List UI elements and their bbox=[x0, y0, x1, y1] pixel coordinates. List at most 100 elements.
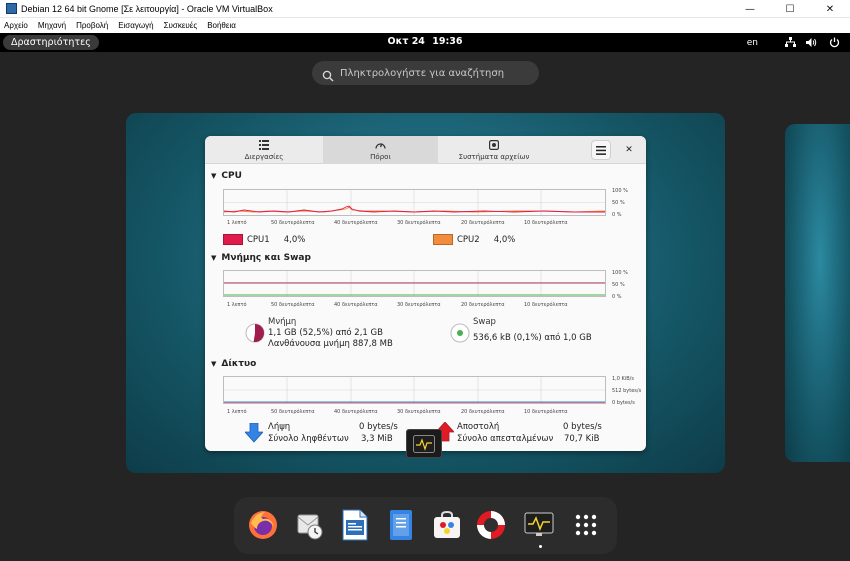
cpu2-legend[interactable]: CPU2 4,0% bbox=[433, 234, 515, 245]
send-total-label: Σύνολο απεσταλμένων bbox=[457, 434, 554, 444]
tab-processes[interactable]: Διεργασίες bbox=[205, 136, 323, 164]
cpu-section-title[interactable]: ▼ CPU bbox=[211, 171, 242, 181]
memory-value: 1,1 GB (52,5%) από 2,1 GB bbox=[268, 328, 383, 338]
memory-xtick: 20 δευτερόλεπτα bbox=[461, 302, 505, 308]
cpu-graph bbox=[223, 189, 606, 216]
swap-legend: Swap 536,6 kB (0,1%) από 1,0 GB bbox=[450, 317, 592, 344]
tab-resources[interactable]: Πόροι bbox=[323, 136, 438, 164]
tab-processes-label: Διεργασίες bbox=[244, 152, 284, 161]
collapse-caret-icon: ▼ bbox=[211, 172, 217, 180]
dock-app-mail[interactable] bbox=[292, 508, 326, 542]
volume-icon bbox=[806, 37, 818, 49]
recv-label: Λήψη bbox=[268, 422, 291, 432]
virtualbox-icon bbox=[6, 3, 17, 14]
search-placeholder: Πληκτρολογήστε για αναζήτηση bbox=[340, 67, 505, 79]
workspace-thumbnail-next[interactable] bbox=[785, 124, 850, 462]
help-icon bbox=[477, 511, 505, 539]
memory-xtick: 30 δευτερόλεπτα bbox=[397, 302, 441, 308]
memory-section-title[interactable]: ▼ Μνήμης και Swap bbox=[211, 253, 311, 263]
tab-filesystems[interactable]: Συστήματα αρχείων bbox=[438, 136, 550, 164]
app-grid-icon bbox=[575, 514, 597, 536]
cpu-xtick: 10 δευτερόλεπτα bbox=[524, 220, 568, 226]
dock-app-writer[interactable] bbox=[338, 508, 372, 542]
menu-input[interactable]: Εισαγωγή bbox=[118, 21, 153, 30]
memory-ytick: 0 % bbox=[612, 294, 622, 300]
network-title: Δίκτυο bbox=[221, 359, 257, 369]
network-xtick: 40 δευτερόλεπτα bbox=[334, 409, 378, 415]
swap-pie-icon[interactable] bbox=[450, 323, 470, 343]
menu-view[interactable]: Προβολή bbox=[76, 21, 108, 30]
network-xtick: 1 λεπτό bbox=[227, 409, 247, 415]
network-section-title[interactable]: ▼ Δίκτυο bbox=[211, 359, 256, 369]
language-indicator[interactable]: en bbox=[747, 38, 758, 48]
window-controls: — ☐ ✕ bbox=[730, 0, 850, 18]
evolution-icon bbox=[297, 514, 323, 540]
swap-label: Swap bbox=[473, 317, 496, 327]
dash-dock bbox=[234, 497, 617, 554]
dock-app-firefox[interactable] bbox=[246, 508, 280, 542]
window-app-badge bbox=[406, 429, 442, 458]
memory-label: Μνήμη bbox=[268, 317, 297, 327]
memory-pie-icon[interactable] bbox=[245, 323, 265, 343]
writer-icon bbox=[342, 509, 368, 541]
memory-cache: Λανθάνουσα μνήμη 887,8 MB bbox=[268, 339, 393, 349]
vbox-menubar: Αρχείο Μηχανή Προβολή Εισαγωγή Συσκευές … bbox=[0, 18, 850, 33]
memory-pie-slice bbox=[253, 324, 264, 342]
main-menu-button[interactable] bbox=[591, 140, 611, 160]
window-close-button[interactable]: ✕ bbox=[622, 143, 636, 157]
cpu-xtick: 1 λεπτό bbox=[227, 220, 247, 226]
show-apps-button[interactable] bbox=[569, 508, 603, 542]
network-xtick: 30 δευτερόλεπτα bbox=[397, 409, 441, 415]
collapse-caret-icon: ▼ bbox=[211, 360, 217, 368]
system-tray[interactable]: en bbox=[747, 35, 840, 50]
swap-value: 536,6 kB (0,1%) από 1,0 GB bbox=[473, 333, 592, 343]
maximize-button[interactable]: ☐ bbox=[770, 0, 810, 18]
memory-legend: Μνήμη 1,1 GB (52,5%) από 2,1 GB Λανθάνου… bbox=[245, 317, 393, 350]
dock-app-help[interactable] bbox=[474, 508, 508, 542]
network-xtick: 20 δευτερόλεπτα bbox=[461, 409, 505, 415]
dock-app-text-editor[interactable] bbox=[384, 508, 418, 542]
download-arrow-icon[interactable] bbox=[244, 422, 264, 447]
cpu1-line bbox=[224, 205, 605, 213]
search-input[interactable]: Πληκτρολογήστε για αναζήτηση bbox=[312, 61, 539, 85]
network-ytick: 1,0 KiB/s bbox=[612, 376, 634, 382]
clock[interactable]: Οκτ 24 19:36 bbox=[0, 36, 850, 47]
menu-file[interactable]: Αρχείο bbox=[4, 21, 28, 30]
cpu-xtick: 50 δευτερόλεπτα bbox=[271, 220, 315, 226]
send-label: Αποστολή bbox=[457, 422, 500, 432]
vbox-titlebar: Debian 12 64 bit Gnome [Σε λειτουργία] -… bbox=[0, 0, 850, 18]
cpu2-value: 4,0% bbox=[493, 234, 516, 245]
gnome-topbar: Δραστηριότητες Οκτ 24 19:36 en bbox=[0, 33, 850, 52]
memory-title: Μνήμης και Swap bbox=[221, 253, 311, 263]
software-icon bbox=[434, 510, 460, 538]
memory-ytick: 100 % bbox=[612, 270, 628, 276]
cpu-xtick: 40 δευτερόλεπτα bbox=[334, 220, 378, 226]
sysmon-headerbar: Διεργασίες Πόροι Συστήματα αρχείων ✕ bbox=[205, 136, 646, 164]
cpu2-label: CPU2 bbox=[457, 234, 480, 245]
memory-graph bbox=[223, 270, 606, 297]
cpu1-label: CPU1 bbox=[247, 234, 270, 245]
menu-devices[interactable]: Συσκευές bbox=[164, 21, 198, 30]
cpu-title: CPU bbox=[221, 171, 242, 181]
cpu1-legend[interactable]: CPU1 4,0% bbox=[223, 234, 305, 245]
system-monitor-window[interactable]: Διεργασίες Πόροι Συστήματα αρχείων ✕ ▼ C… bbox=[205, 136, 646, 451]
firefox-icon bbox=[249, 511, 277, 539]
dock-app-software[interactable] bbox=[430, 508, 464, 542]
network-icon bbox=[784, 37, 796, 49]
network-graph bbox=[223, 376, 606, 404]
close-button[interactable]: ✕ bbox=[810, 0, 850, 18]
cpu-ytick: 100 % bbox=[612, 188, 628, 194]
running-indicator bbox=[539, 545, 542, 548]
menu-machine[interactable]: Μηχανή bbox=[38, 21, 66, 30]
window-title: Debian 12 64 bit Gnome [Σε λειτουργία] -… bbox=[21, 3, 273, 14]
cpu2-color-swatch[interactable] bbox=[433, 234, 453, 245]
memory-xtick: 50 δευτερόλεπτα bbox=[271, 302, 315, 308]
menu-help[interactable]: Βοήθεια bbox=[207, 21, 236, 30]
dock-app-system-monitor[interactable] bbox=[522, 508, 556, 542]
list-icon bbox=[259, 140, 269, 151]
minimize-button[interactable]: — bbox=[730, 0, 770, 18]
send-total: 70,7 KiB bbox=[564, 434, 600, 444]
recv-total-label: Σύνολο ληφθέντων bbox=[268, 434, 349, 444]
network-ytick: 0 bytes/s bbox=[612, 400, 635, 406]
cpu1-color-swatch[interactable] bbox=[223, 234, 243, 245]
